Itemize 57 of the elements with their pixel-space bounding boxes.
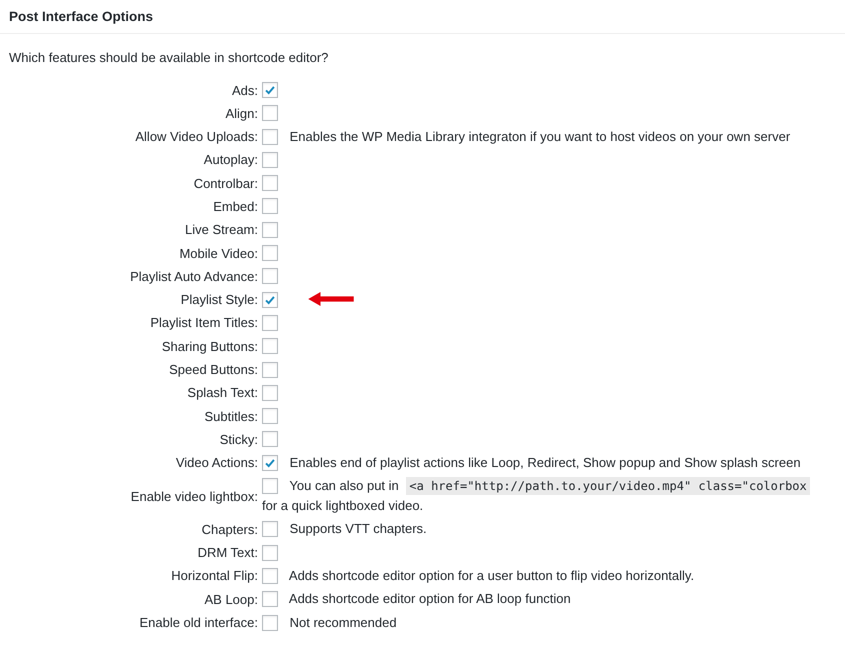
option-label: AB Loop: [204, 592, 259, 607]
checkbox[interactable] [262, 268, 278, 284]
option-description: Enables the WP Media Library integraton if you want to host videos on your own server [290, 128, 790, 144]
option-description: for a quick lightboxed video. [262, 498, 424, 514]
checkbox[interactable] [262, 105, 278, 122]
option-label: Mobile Video: [178, 246, 259, 261]
option-description: Adds shortcode editor option for AB loop function [288, 591, 571, 606]
checkbox[interactable] [262, 362, 278, 378]
option-label: Align: [224, 106, 259, 121]
option-label: Enable video lightbox: [130, 488, 259, 504]
option-label: Live Stream: [184, 222, 259, 238]
option-label: Splash Text: [186, 385, 259, 400]
checkbox[interactable] [262, 338, 278, 354]
option-label: Enable old interface: [138, 615, 259, 630]
checkbox[interactable] [262, 614, 278, 631]
option-description: Not recommended [290, 614, 397, 630]
option-label: Embed: [212, 198, 259, 214]
checkbox[interactable] [262, 222, 278, 238]
checkbox[interactable] [262, 591, 278, 608]
option-description: Supports VTT chapters. [290, 521, 427, 536]
checkbox[interactable] [262, 408, 278, 424]
checkbox[interactable] [262, 384, 278, 401]
checkbox[interactable] [262, 128, 278, 145]
option-label: Chapters: [200, 522, 259, 537]
checkbox[interactable] [262, 521, 278, 538]
checkbox[interactable] [262, 82, 278, 98]
checkbox[interactable] [262, 544, 278, 561]
checkbox[interactable] [262, 431, 278, 448]
option-label: Controlbar: [192, 176, 259, 191]
checkbox[interactable] [262, 314, 278, 331]
code-snippet: <a href="http://path.to.your/video.mp4" class="colorbox [406, 477, 810, 496]
option-label: Horizontal Flip: [170, 568, 259, 584]
checkbox[interactable] [262, 568, 278, 584]
checkbox[interactable] [262, 454, 278, 471]
option-label: Playlist Auto Advance: [129, 268, 259, 284]
option-description: Enables end of playlist actions like Loop, Redirect, Show popup and Show splash screen [290, 454, 801, 470]
option-description: Adds shortcode editor option for a user button to flip video horizontally. [288, 568, 694, 583]
option-label: Video Actions: [174, 455, 259, 470]
option-label: Sharing Buttons: [160, 338, 259, 354]
checkbox[interactable] [262, 478, 278, 494]
option-label: Autoplay: [202, 152, 259, 168]
checkbox[interactable] [262, 245, 278, 262]
question-text: Which features should be available in shortcode editor? [9, 50, 330, 65]
checkbox[interactable] [262, 292, 278, 308]
option-label: Subtitles: [204, 408, 259, 424]
option-label: Speed Buttons: [168, 362, 259, 378]
option-label: Playlist Item Titles: [149, 315, 259, 330]
option-description: You can also put in [289, 478, 399, 494]
checkbox[interactable] [262, 152, 278, 168]
option-label: Sticky: [218, 432, 259, 447]
section-title: Post Interface Options [9, 9, 154, 24]
checkbox[interactable] [262, 198, 278, 214]
option-label: Playlist Style: [180, 292, 259, 308]
option-label: DRM Text: [196, 545, 259, 560]
option-label: Allow Video Uploads: [134, 129, 259, 144]
checkbox[interactable] [262, 175, 278, 192]
option-label: Ads: [230, 82, 259, 98]
